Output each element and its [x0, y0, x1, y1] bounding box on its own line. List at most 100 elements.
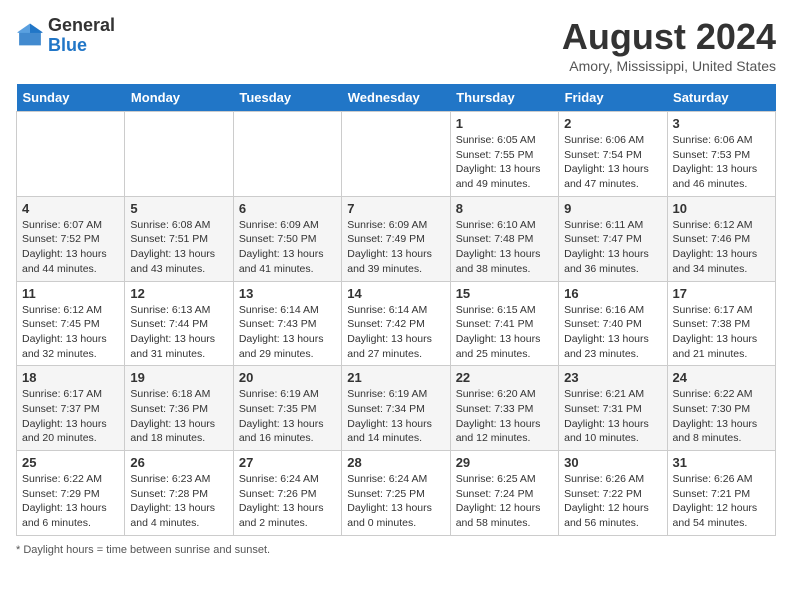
day-number: 26 — [130, 455, 227, 470]
day-number: 29 — [456, 455, 553, 470]
day-info: Sunrise: 6:14 AM Sunset: 7:42 PM Dayligh… — [347, 303, 444, 362]
day-info: Sunrise: 6:26 AM Sunset: 7:22 PM Dayligh… — [564, 472, 661, 531]
day-info: Sunrise: 6:24 AM Sunset: 7:25 PM Dayligh… — [347, 472, 444, 531]
calendar-cell: 15Sunrise: 6:15 AM Sunset: 7:41 PM Dayli… — [450, 281, 558, 366]
calendar-cell: 14Sunrise: 6:14 AM Sunset: 7:42 PM Dayli… — [342, 281, 450, 366]
calendar-cell: 4Sunrise: 6:07 AM Sunset: 7:52 PM Daylig… — [17, 196, 125, 281]
day-number: 8 — [456, 201, 553, 216]
calendar-cell: 8 Sunrise: 6:10 AM Sunset: 7:48 PM Daylig… — [450, 196, 558, 281]
day-info: Sunrise: 6:20 AM Sunset: 7:33 PM Dayligh… — [456, 387, 553, 446]
day-number: 3 — [673, 116, 770, 131]
calendar-week-1: 1 Sunrise: 6:05 AM Sunset: 7:55 PM Daylig… — [17, 112, 776, 197]
day-info: Sunrise: 6:19 AM Sunset: 7:34 PM Dayligh… — [347, 387, 444, 446]
col-thursday: Thursday — [450, 84, 558, 112]
calendar-cell: 12 Sunrise: 6:13 AM Sunset: 7:44 PM Dayli… — [125, 281, 233, 366]
calendar-cell — [342, 112, 450, 197]
day-number: 15 — [456, 286, 553, 301]
day-info: Sunrise: 6:21 AM Sunset: 7:31 PM Dayligh… — [564, 387, 661, 446]
calendar-cell: 16 Sunrise: 6:16 AM Sunset: 7:40 PM Dayli… — [559, 281, 667, 366]
calendar-cell: 22 Sunrise: 6:20 AM Sunset: 7:33 PM Dayli… — [450, 366, 558, 451]
logo-icon — [16, 22, 44, 50]
day-info: Sunrise: 6:10 AM Sunset: 7:48 PM Dayligh… — [456, 218, 553, 277]
day-info: Sunrise: 6:12 AM Sunset: 7:45 PM Dayligh… — [22, 303, 119, 362]
day-info: Sunrise: 6:17 AM Sunset: 7:38 PM Dayligh… — [673, 303, 770, 362]
header: General Blue August 2024 Amory, Mississi… — [16, 16, 776, 74]
day-number: 28 — [347, 455, 444, 470]
month-title: August 2024 — [562, 16, 776, 58]
day-info: Sunrise: 6:05 AM Sunset: 7:55 PM Dayligh… — [456, 133, 553, 192]
day-info: Sunrise: 6:16 AM Sunset: 7:40 PM Dayligh… — [564, 303, 661, 362]
calendar-cell: 6 Sunrise: 6:09 AM Sunset: 7:50 PM Daylig… — [233, 196, 341, 281]
calendar-cell: 23 Sunrise: 6:21 AM Sunset: 7:31 PM Dayli… — [559, 366, 667, 451]
day-number: 13 — [239, 286, 336, 301]
calendar-cell: 20 Sunrise: 6:19 AM Sunset: 7:35 PM Dayli… — [233, 366, 341, 451]
day-info: Sunrise: 6:07 AM Sunset: 7:52 PM Dayligh… — [22, 218, 119, 277]
day-info: Sunrise: 6:09 AM Sunset: 7:50 PM Dayligh… — [239, 218, 336, 277]
col-sunday: Sunday — [17, 84, 125, 112]
day-info: Sunrise: 6:25 AM Sunset: 7:24 PM Dayligh… — [456, 472, 553, 531]
day-number: 9 — [564, 201, 661, 216]
col-wednesday: Wednesday — [342, 84, 450, 112]
day-number: 20 — [239, 370, 336, 385]
calendar-header: Sunday Monday Tuesday Wednesday Thursday… — [17, 84, 776, 112]
day-number: 23 — [564, 370, 661, 385]
footer-note: * Daylight hours = time between sunrise … — [16, 544, 776, 556]
day-number: 5 — [130, 201, 227, 216]
day-info: Sunrise: 6:19 AM Sunset: 7:35 PM Dayligh… — [239, 387, 336, 446]
calendar-cell: 31Sunrise: 6:26 AM Sunset: 7:21 PM Dayli… — [667, 451, 775, 536]
day-number: 16 — [564, 286, 661, 301]
calendar-cell: 13 Sunrise: 6:14 AM Sunset: 7:43 PM Dayli… — [233, 281, 341, 366]
day-number: 10 — [673, 201, 770, 216]
calendar-cell: 21 Sunrise: 6:19 AM Sunset: 7:34 PM Dayli… — [342, 366, 450, 451]
calendar-cell: 7Sunrise: 6:09 AM Sunset: 7:49 PM Daylig… — [342, 196, 450, 281]
day-info: Sunrise: 6:18 AM Sunset: 7:36 PM Dayligh… — [130, 387, 227, 446]
day-info: Sunrise: 6:11 AM Sunset: 7:47 PM Dayligh… — [564, 218, 661, 277]
calendar-cell: 19 Sunrise: 6:18 AM Sunset: 7:36 PM Dayli… — [125, 366, 233, 451]
day-number: 31 — [673, 455, 770, 470]
day-number: 24 — [673, 370, 770, 385]
day-info: Sunrise: 6:24 AM Sunset: 7:26 PM Dayligh… — [239, 472, 336, 531]
day-info: Sunrise: 6:17 AM Sunset: 7:37 PM Dayligh… — [22, 387, 119, 446]
calendar-cell: 5Sunrise: 6:08 AM Sunset: 7:51 PM Daylig… — [125, 196, 233, 281]
calendar-cell: 11 Sunrise: 6:12 AM Sunset: 7:45 PM Dayli… — [17, 281, 125, 366]
logo: General Blue — [16, 16, 115, 56]
calendar-cell: 2 Sunrise: 6:06 AM Sunset: 7:54 PM Daylig… — [559, 112, 667, 197]
calendar-cell: 27 Sunrise: 6:24 AM Sunset: 7:26 PM Dayli… — [233, 451, 341, 536]
logo-text: General Blue — [48, 16, 115, 56]
day-number: 22 — [456, 370, 553, 385]
day-number: 25 — [22, 455, 119, 470]
day-number: 7 — [347, 201, 444, 216]
day-number: 30 — [564, 455, 661, 470]
day-info: Sunrise: 6:22 AM Sunset: 7:29 PM Dayligh… — [22, 472, 119, 531]
day-info: Sunrise: 6:06 AM Sunset: 7:54 PM Dayligh… — [564, 133, 661, 192]
calendar-cell: 3Sunrise: 6:06 AM Sunset: 7:53 PM Daylig… — [667, 112, 775, 197]
calendar-cell: 17 Sunrise: 6:17 AM Sunset: 7:38 PM Dayli… — [667, 281, 775, 366]
col-friday: Friday — [559, 84, 667, 112]
calendar-body: 1 Sunrise: 6:05 AM Sunset: 7:55 PM Daylig… — [17, 112, 776, 536]
day-number: 17 — [673, 286, 770, 301]
calendar-cell: 25 Sunrise: 6:22 AM Sunset: 7:29 PM Dayli… — [17, 451, 125, 536]
title-area: August 2024 Amory, Mississippi, United S… — [562, 16, 776, 74]
col-tuesday: Tuesday — [233, 84, 341, 112]
header-row: Sunday Monday Tuesday Wednesday Thursday… — [17, 84, 776, 112]
day-info: Sunrise: 6:22 AM Sunset: 7:30 PM Dayligh… — [673, 387, 770, 446]
calendar-cell: 29 Sunrise: 6:25 AM Sunset: 7:24 PM Dayli… — [450, 451, 558, 536]
col-monday: Monday — [125, 84, 233, 112]
day-number: 27 — [239, 455, 336, 470]
day-number: 6 — [239, 201, 336, 216]
day-info: Sunrise: 6:13 AM Sunset: 7:44 PM Dayligh… — [130, 303, 227, 362]
calendar-week-4: 18Sunrise: 6:17 AM Sunset: 7:37 PM Dayli… — [17, 366, 776, 451]
calendar-cell: 1 Sunrise: 6:05 AM Sunset: 7:55 PM Daylig… — [450, 112, 558, 197]
calendar-week-5: 25 Sunrise: 6:22 AM Sunset: 7:29 PM Dayli… — [17, 451, 776, 536]
calendar-cell: 18Sunrise: 6:17 AM Sunset: 7:37 PM Dayli… — [17, 366, 125, 451]
day-number: 1 — [456, 116, 553, 131]
day-info: Sunrise: 6:14 AM Sunset: 7:43 PM Dayligh… — [239, 303, 336, 362]
day-number: 12 — [130, 286, 227, 301]
day-number: 2 — [564, 116, 661, 131]
day-number: 21 — [347, 370, 444, 385]
calendar-week-2: 4Sunrise: 6:07 AM Sunset: 7:52 PM Daylig… — [17, 196, 776, 281]
day-number: 19 — [130, 370, 227, 385]
calendar-cell: 9 Sunrise: 6:11 AM Sunset: 7:47 PM Daylig… — [559, 196, 667, 281]
day-number: 11 — [22, 286, 119, 301]
calendar-cell: 26Sunrise: 6:23 AM Sunset: 7:28 PM Dayli… — [125, 451, 233, 536]
